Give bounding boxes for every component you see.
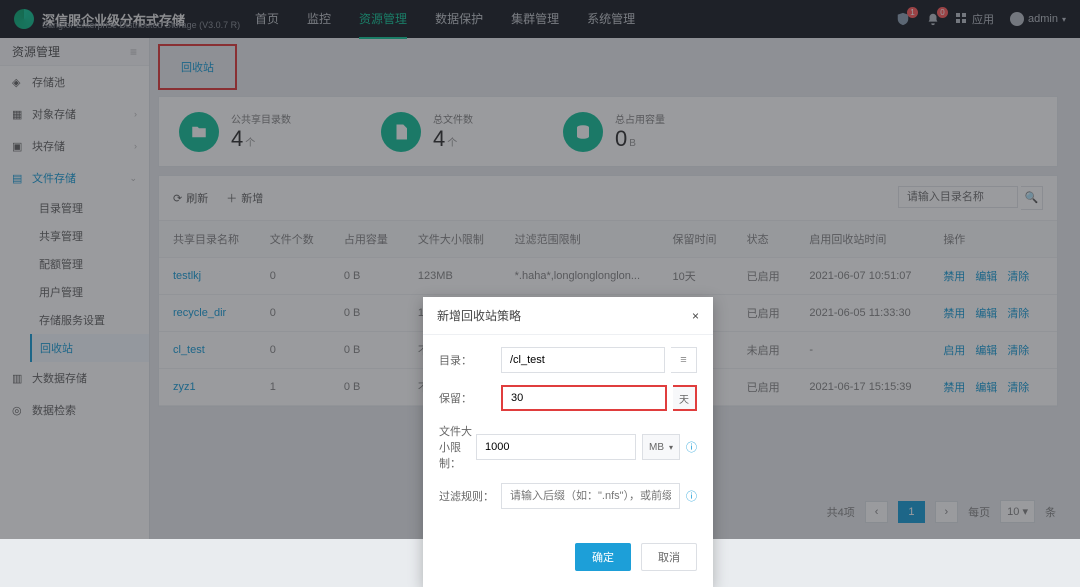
size-label: 文件大小限制：	[439, 423, 476, 471]
field-directory: 目录： ≡	[439, 347, 697, 373]
keep-label: 保留：	[439, 390, 501, 406]
cancel-button[interactable]: 取消	[641, 543, 697, 571]
dialog-body: 目录： ≡ 保留： 天 文件大小限制： MB▾ ⓘ 过滤规则：	[423, 335, 713, 533]
list-picker-icon[interactable]: ≡	[671, 347, 697, 373]
chevron-down-icon: ▾	[669, 443, 673, 452]
filter-input[interactable]	[501, 483, 680, 509]
filter-label: 过滤规则：	[439, 488, 501, 504]
dir-label: 目录：	[439, 352, 501, 368]
dialog-header: 新增回收站策略 ×	[423, 297, 713, 335]
ok-button[interactable]: 确定	[575, 543, 631, 571]
dialog-footer: 确定 取消	[423, 533, 713, 587]
keep-unit: 天	[673, 385, 697, 411]
keep-input[interactable]	[501, 385, 667, 411]
field-keep-days: 保留： 天	[439, 385, 697, 411]
info-icon[interactable]: ⓘ	[686, 488, 697, 504]
new-recycle-policy-dialog: 新增回收站策略 × 目录： ≡ 保留： 天 文件大小限制： MB▾ ⓘ	[423, 297, 713, 587]
size-input[interactable]	[476, 434, 636, 460]
field-filter-rule: 过滤规则： ⓘ	[439, 483, 697, 509]
field-size-limit: 文件大小限制： MB▾ ⓘ	[439, 423, 697, 471]
dialog-title: 新增回收站策略	[437, 307, 521, 324]
close-icon[interactable]: ×	[692, 309, 699, 323]
dir-input[interactable]	[501, 347, 665, 373]
size-unit-select[interactable]: MB▾	[642, 434, 680, 460]
info-icon[interactable]: ⓘ	[686, 439, 697, 455]
